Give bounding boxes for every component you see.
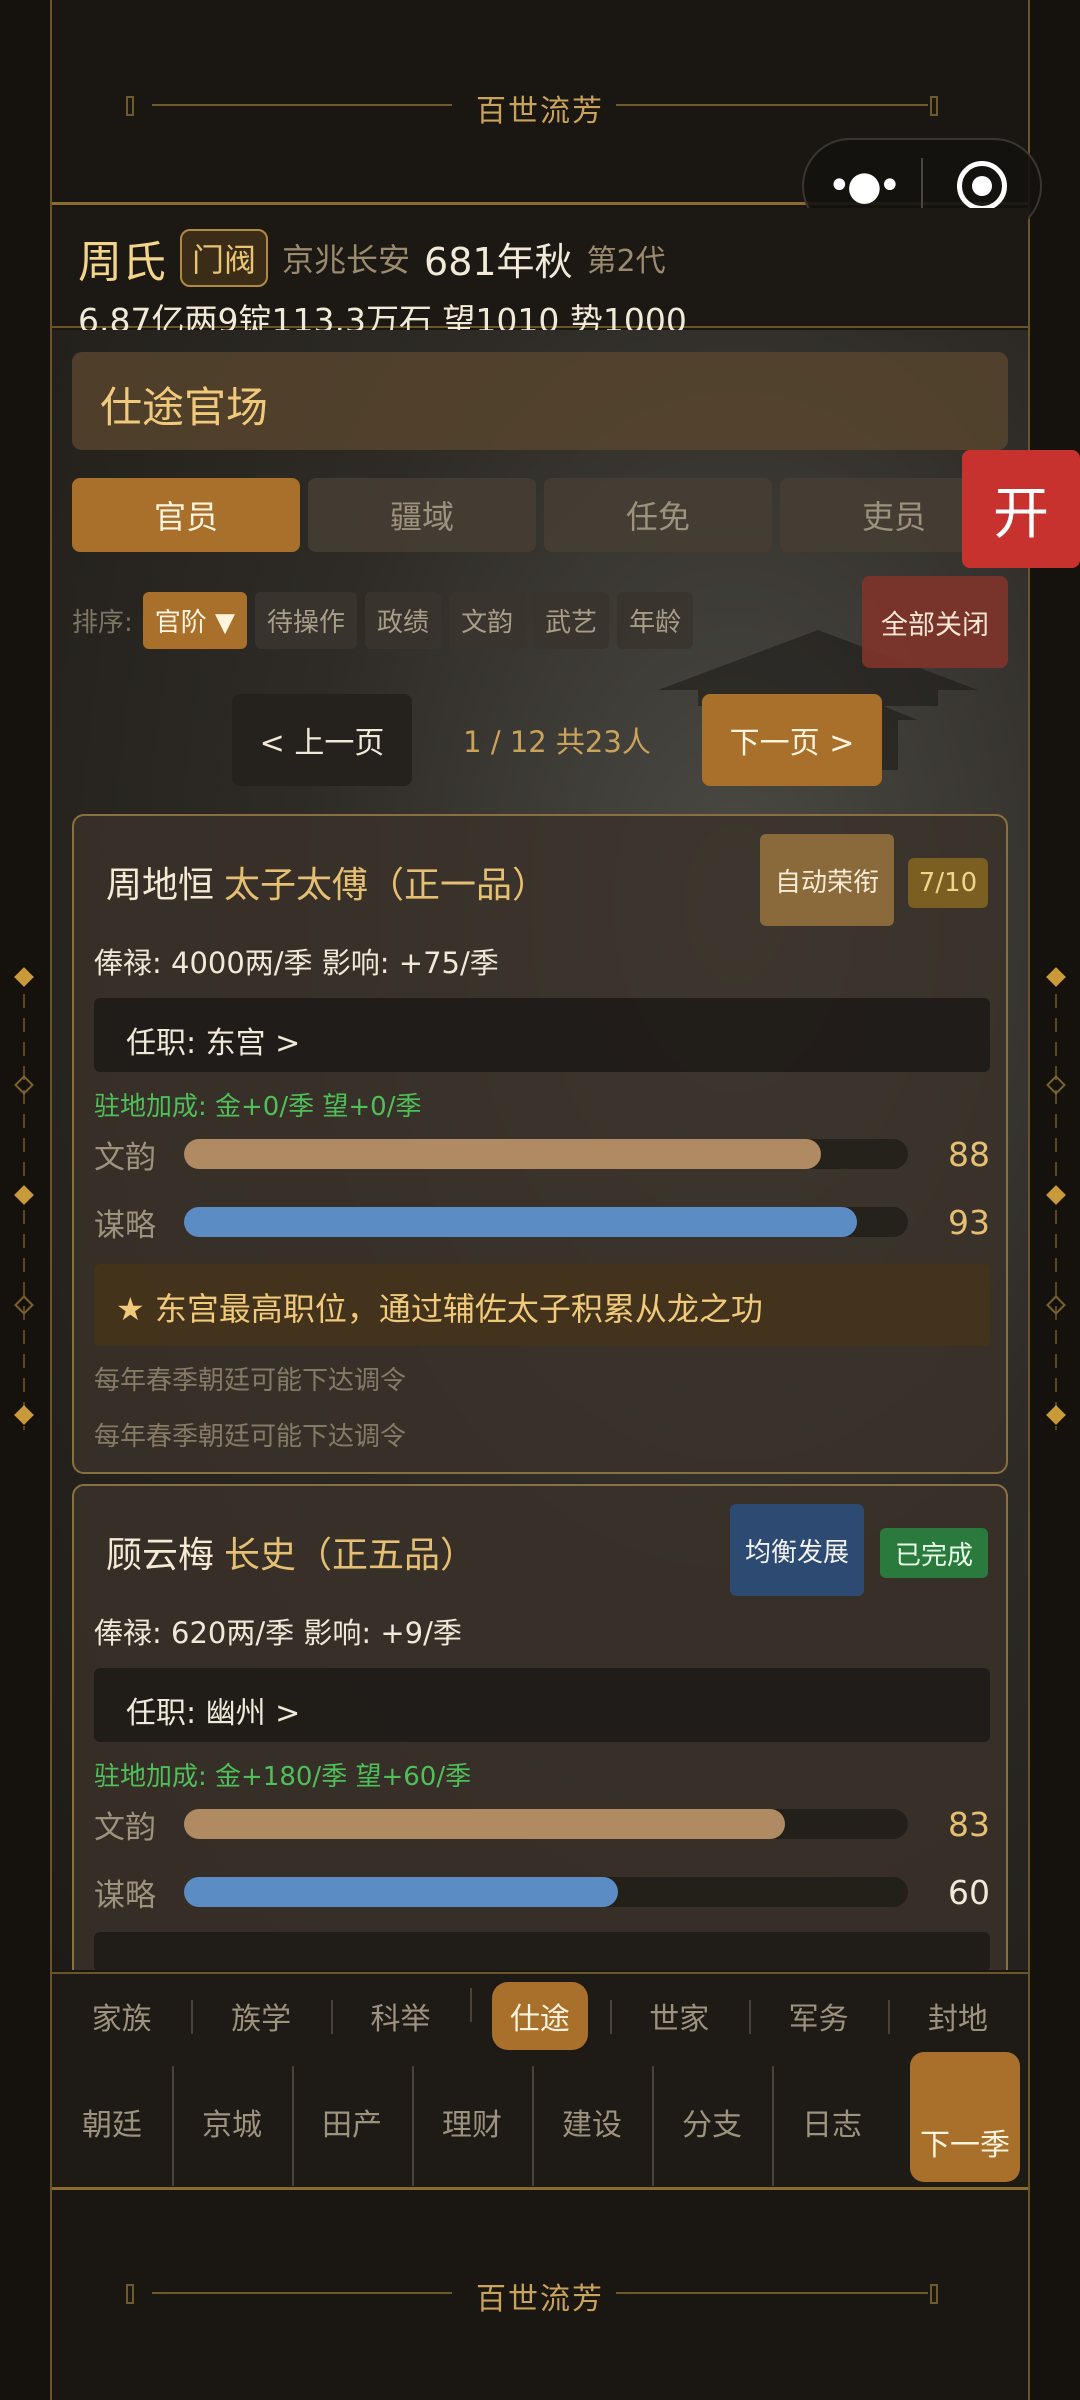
transfer-hint: 每年春季朝廷可能下达调令 — [94, 1366, 407, 1396]
nav-capital[interactable]: 京城 — [172, 2066, 292, 2186]
current-year: 681年秋 — [424, 239, 573, 284]
nav-court[interactable]: 朝廷 — [52, 2100, 172, 2144]
primary-nav: 家族 族学 科举 仕途 世家 军务 封地 — [52, 1978, 1028, 2054]
tab-territory[interactable]: 疆域 — [308, 478, 536, 552]
family-status-bar: 周氏 门阀 京兆长安 681年秋 第2代 6.87亿两9锭113.3万石 望10… — [52, 208, 1028, 340]
transfer-hint: 每年春季朝廷可能下达调令 — [94, 1422, 407, 1452]
nav-exam[interactable]: 科举 — [330, 1994, 470, 2038]
merit-badge: 7/10 — [908, 858, 988, 908]
official-card: 顾云梅 长史（正五品） 均衡发展 已完成 俸禄: 620两/季 影响: +9/季 … — [72, 1484, 1008, 1970]
literary-value: 88 — [948, 1134, 990, 1174]
stat-strategy: 谋略 60 — [94, 1872, 990, 1914]
nav-finance[interactable]: 理财 — [412, 2066, 532, 2186]
tab-appointments[interactable]: 任免 — [544, 478, 772, 552]
nav-log[interactable]: 日志 — [772, 2066, 892, 2186]
nav-noble-houses[interactable]: 世家 — [609, 1994, 749, 2038]
sort-merit[interactable]: 政绩 — [365, 592, 442, 649]
strategy-value: 60 — [948, 1872, 990, 1912]
official-name: 周地恒 — [106, 865, 215, 906]
open-floating-button[interactable]: 开 — [962, 450, 1080, 568]
literary-bar — [184, 1139, 822, 1169]
right-ornament — [1046, 967, 1066, 1430]
salary-influence: 俸禄: 620两/季 影响: +9/季 — [94, 1616, 462, 1650]
nav-family[interactable]: 家族 — [52, 1994, 191, 2038]
strategy-bar — [184, 1877, 619, 1907]
bottom-banner: 百世流芳 — [52, 2192, 1028, 2400]
pagination: < 上一页 1 / 12 共23人 下一页 > — [232, 694, 882, 786]
section-title: 仕途官场 — [72, 352, 1008, 450]
bottom-banner-title: 百世流芳 — [476, 2282, 604, 2317]
nav-branch[interactable]: 分支 — [652, 2066, 772, 2186]
nav-construction[interactable]: 建设 — [532, 2066, 652, 2186]
auto-honor-button[interactable]: 自动荣衔 — [760, 834, 894, 926]
generation: 第2代 — [586, 244, 666, 279]
prev-page-button[interactable]: < 上一页 — [232, 694, 412, 786]
salary-influence: 俸禄: 4000两/季 影响: +75/季 — [94, 946, 499, 980]
close-all-button[interactable]: 全部关闭 — [862, 576, 1008, 668]
sort-age[interactable]: 年龄 — [617, 592, 694, 649]
official-title: 太子太傅（正一品） — [224, 865, 549, 906]
next-season-button[interactable]: 下一季 — [910, 2052, 1020, 2182]
post-selector-partial — [94, 1932, 990, 1970]
more-dots-icon[interactable]: •●• — [804, 163, 921, 209]
station-bonus: 驻地加成: 金+0/季 望+0/季 — [94, 1092, 422, 1122]
official-name: 顾云梅 — [106, 1535, 215, 1576]
sort-label: 排序: — [72, 608, 133, 638]
secondary-nav: 朝廷 京城 田产 理财 建设 分支 日志 — [52, 2054, 1028, 2190]
nav-career[interactable]: 仕途 — [470, 1982, 609, 2050]
stat-literary: 文韵 88 — [94, 1134, 990, 1176]
sort-literary[interactable]: 文韵 — [449, 592, 526, 649]
completed-badge: 已完成 — [880, 1528, 988, 1578]
official-card: 周地恒 太子太傅（正一品） 自动荣衔 7/10 俸禄: 4000两/季 影响: +… — [72, 814, 1008, 1474]
balanced-growth-button[interactable]: 均衡发展 — [730, 1504, 864, 1596]
stat-strategy: 谋略 93 — [94, 1202, 990, 1244]
nav-farmland[interactable]: 田产 — [292, 2066, 412, 2186]
sort-bar: 排序: 官阶 ▼ 待操作 政绩 文韵 武艺 年龄 — [72, 592, 694, 649]
post-selector[interactable]: 任职: 东宫 > — [94, 998, 990, 1072]
sort-rank[interactable]: 官阶 ▼ — [142, 592, 248, 649]
family-name: 周氏 — [78, 237, 166, 288]
officialdom-panel: 仕途官场 官员 疆域 任免 吏员 排序: 官阶 ▼ 待操作 政绩 文韵 武艺 年… — [52, 330, 1028, 1970]
post-selector[interactable]: 任职: 幽州 > — [94, 1668, 990, 1742]
stat-literary: 文韵 83 — [94, 1804, 990, 1846]
bottom-navigation: 家族 族学 科举 仕途 世家 军务 封地 朝廷 京城 田产 理财 建设 分支 日… — [52, 1972, 1028, 2190]
banner-title: 百世流芳 — [476, 94, 604, 129]
next-page-button[interactable]: 下一页 > — [702, 694, 882, 786]
left-ornament — [14, 967, 34, 1430]
family-location: 京兆长安 — [282, 241, 411, 279]
officialdom-tabs: 官员 疆域 任免 吏员 — [72, 478, 1008, 552]
nav-fief[interactable]: 封地 — [888, 1994, 1027, 2038]
literary-bar — [184, 1809, 785, 1839]
target-icon[interactable] — [923, 161, 1040, 211]
position-note: ★ 东宫最高职位，通过辅佐太子积累从龙之功 — [94, 1264, 990, 1346]
page-info: 1 / 12 共23人 — [463, 725, 651, 759]
literary-value: 83 — [948, 1804, 990, 1844]
official-title: 长史（正五品） — [224, 1535, 477, 1576]
strategy-value: 93 — [948, 1202, 990, 1242]
nav-military[interactable]: 军务 — [748, 1994, 888, 2038]
sort-pending[interactable]: 待操作 — [255, 592, 358, 649]
sort-martial[interactable]: 武艺 — [533, 592, 610, 649]
station-bonus: 驻地加成: 金+180/季 望+60/季 — [94, 1762, 472, 1792]
nav-clan-school[interactable]: 族学 — [191, 1994, 330, 2038]
strategy-bar — [184, 1207, 858, 1237]
tab-officials[interactable]: 官员 — [72, 478, 300, 552]
family-rank-badge: 门阀 — [180, 229, 269, 287]
